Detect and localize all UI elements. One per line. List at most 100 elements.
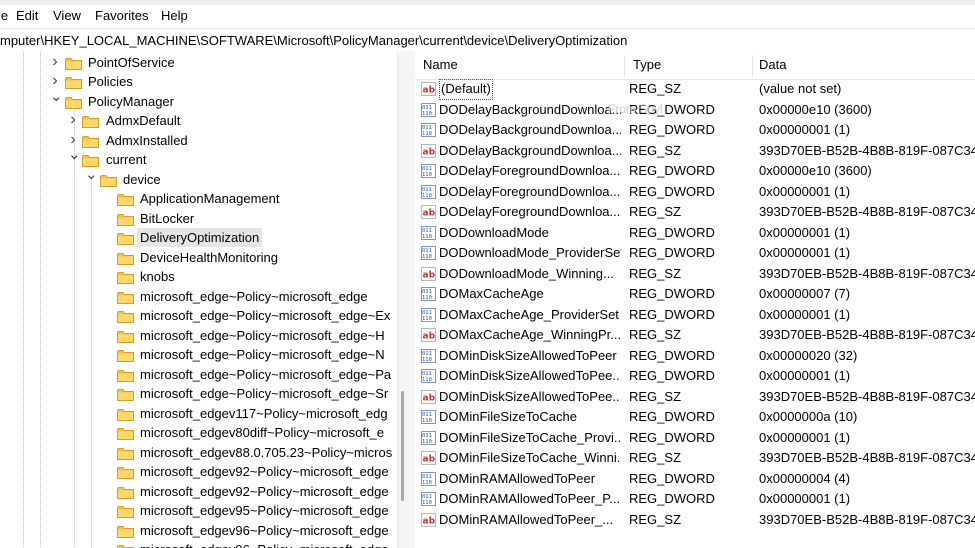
tree-node[interactable]: microsoft_edge~Policy~microsoft_edge~Ex [0, 306, 397, 325]
chevron-down-icon[interactable]: ⌄ [50, 89, 63, 111]
value-row[interactable]: ab DODelayForegroundDownloa... REG_SZ 393D7… [415, 202, 975, 223]
binary-value-icon: 011 110 [421, 410, 436, 424]
tree-node[interactable]: DeliveryOptimization [0, 228, 397, 247]
folder-icon [82, 153, 99, 167]
value-row[interactable]: 011 110 DODelayForegroundDownloa... REG_DWO… [415, 182, 975, 203]
column-header-name[interactable]: Name [415, 51, 625, 79]
address-path[interactable]: mputer\HKEY_LOCAL_MACHINE\SOFTWARE\Micro… [0, 33, 627, 48]
binary-value-icon: 011 110 [421, 225, 436, 240]
value-name: DODelayBackgroundDownloa... [439, 101, 621, 117]
value-row[interactable]: ab DOMaxCacheAge_WinningPr... REG_SZ 393D70… [415, 325, 975, 346]
address-bar[interactable]: mputer\HKEY_LOCAL_MACHINE\SOFTWARE\Micro… [0, 28, 975, 52]
tree-node[interactable]: microsoft_edge~Policy~microsoft_edge~N [0, 345, 397, 364]
menu-edit[interactable]: Edit [16, 8, 38, 23]
tree-node[interactable]: › AdmxDefault [0, 111, 397, 130]
tree-node[interactable]: microsoft_edgev88.0.705.23~Policy~micros [0, 443, 397, 462]
menu-favorites[interactable]: Favorites [95, 8, 148, 23]
tree-node[interactable]: › AdmxInstalled [0, 131, 397, 150]
value-row[interactable]: 011 110 DOMinRAMAllowedToPeer REG_DWORD 0x00… [415, 469, 975, 490]
value-type: REG_DWORD [629, 306, 715, 322]
tree-node[interactable]: microsoft_edgev80diff~Policy~microsoft_e [0, 423, 397, 442]
value-row[interactable]: 011 110 DOMinFileSizeToCache REG_DWORD 0x000… [415, 407, 975, 428]
value-name: DOMinRAMAllowedToPeer [439, 470, 596, 486]
tree-node[interactable]: microsoft_edgev96~Policy~microsoft_edge [0, 521, 397, 540]
value-data: 0x00000001 (1) [759, 245, 851, 260]
value-name: DODelayForegroundDownloa... [439, 183, 621, 199]
tree-node[interactable]: ApplicationManagement [0, 189, 397, 208]
tree-node-label: microsoft_edgev96~Policy~microsoft_edge [140, 522, 389, 538]
value-type: REG_SZ [629, 81, 682, 96]
value-row[interactable]: ab DOMinDiskSizeAllowedToPee... REG_SZ 393D… [415, 387, 975, 408]
value-data: (value not set) [759, 81, 842, 96]
menu-help[interactable]: Help [161, 8, 188, 23]
tree-node[interactable]: knobs [0, 267, 397, 286]
value-type: REG_DWORD [629, 429, 715, 445]
tree-node[interactable]: microsoft_edge~Policy~microsoft_edge~Pa [0, 365, 397, 384]
chevron-down-icon[interactable]: ⌄ [68, 147, 81, 169]
value-row[interactable]: 011 110 DODownloadMode REG_DWORD 0x00000001 … [415, 223, 975, 244]
value-row[interactable]: ab DOMinRAMAllowedToPeer_... REG_SZ 393D70E… [415, 510, 975, 531]
chevron-down-icon[interactable]: ⌄ [85, 167, 98, 189]
value-row[interactable]: ab (Default) REG_SZ (value not set) [415, 79, 975, 100]
folder-icon [100, 173, 117, 187]
folder-icon [117, 465, 134, 479]
value-name: DOMinFileSizeToCache [439, 409, 577, 424]
tree-node[interactable]: microsoft_edgev92~Policy~microsoft_edge [0, 462, 397, 481]
value-name: DODownloadMode_Winning... [439, 265, 614, 281]
value-row[interactable]: 011 110 DOMinRAMAllowedToPeer_P... REG_DWOR… [415, 489, 975, 510]
value-name: DOMaxCacheAge_WinningPr... [439, 327, 621, 342]
value-row[interactable]: 011 110 DOMaxCacheAge REG_DWORD 0x00000007 (… [415, 284, 975, 305]
chevron-right-icon[interactable]: › [68, 111, 78, 130]
value-row[interactable]: ab DODelayBackgroundDownloa... REG_SZ 393D7… [415, 141, 975, 162]
svg-text:110: 110 [422, 316, 432, 322]
svg-text:ab: ab [423, 209, 436, 219]
value-row[interactable]: 011 110 DODownloadMode_ProviderSet REG_DWOR… [415, 243, 975, 264]
tree-node[interactable]: microsoft_edgev117~Policy~microsoft_edg [0, 404, 397, 423]
tree-node[interactable]: microsoft_edgev92~Policy~microsoft_edge [0, 482, 397, 501]
svg-text:110: 110 [422, 172, 432, 178]
column-header-type[interactable]: Type [625, 51, 755, 79]
value-row[interactable]: ab DOMinFileSizeToCache_Winni... REG_SZ 393… [415, 448, 975, 469]
tree-node[interactable]: microsoft_edge~Policy~microsoft_edge~H [0, 326, 397, 345]
tree-node[interactable]: ⌄ PolicyManager [0, 89, 397, 111]
folder-icon [117, 212, 134, 226]
value-row[interactable]: 011 110 DODelayForegroundDownloa... REG_DWO… [415, 161, 975, 182]
tree-node[interactable]: DeviceHealthMonitoring [0, 248, 397, 267]
value-type: REG_DWORD [629, 491, 715, 506]
binary-value-icon: 011 110 [421, 287, 436, 301]
value-row[interactable]: 011 110 DODelayBackgroundDownloa... REG_DWO… [415, 100, 975, 121]
value-row[interactable]: 011 110 DOMinFileSizeToCache_Provi... REG_D… [415, 428, 975, 449]
tree-node-label: DeviceHealthMonitoring [140, 249, 279, 265]
tree-node[interactable]: ⌄ device [0, 167, 397, 189]
folder-icon [117, 192, 134, 206]
value-row[interactable]: 011 110 DODelayBackgroundDownloa... REG_DWO… [415, 120, 975, 141]
value-row[interactable]: 011 110 DOMaxCacheAge_ProviderSet REG_DWORD… [415, 305, 975, 326]
tree-node[interactable]: microsoft_edge~Policy~microsoft_edge [0, 287, 397, 306]
tree-node-label: microsoft_edgev92~Policy~microsoft_edge [140, 483, 389, 499]
value-name: DODelayForegroundDownloa... [439, 204, 621, 219]
tree-node-label: device [123, 171, 161, 187]
tree-node[interactable]: microsoft_edgev95~Policy~microsoft_edge [0, 501, 397, 520]
tree-node[interactable]: microsoft_edge~Policy~microsoft_edge~Sr [0, 384, 397, 403]
value-row[interactable]: 011 110 DOMinDiskSizeAllowedToPee... REG_DW… [415, 366, 975, 387]
column-header-data[interactable]: Data [751, 51, 975, 79]
tree-node[interactable]: › PointOfService [0, 53, 397, 72]
chevron-right-icon[interactable]: › [50, 53, 60, 72]
menu-view[interactable]: View [53, 8, 81, 23]
folder-icon [117, 329, 134, 343]
tree-scrollbar-thumb[interactable] [401, 391, 404, 501]
tree-node[interactable]: microsoft_edgev96~Policy~microsoft_edge [0, 540, 397, 548]
folder-icon [117, 446, 134, 460]
tree-node-label: DeliveryOptimization [137, 228, 263, 247]
value-row[interactable]: 011 110 DOMinDiskSizeAllowedToPeer REG_DWOR… [415, 346, 975, 367]
registry-key-tree[interactable]: › PointOfService › Policies ⌄ PolicyManager › A… [0, 51, 397, 548]
tree-node[interactable]: BitLocker [0, 209, 397, 228]
registry-values-list[interactable]: Name Type Data ab (Default) REG_SZ (value n… [415, 51, 975, 548]
value-name: (Default) [439, 79, 493, 100]
tree-node[interactable]: ⌄ current [0, 147, 397, 169]
value-name: DOMinDiskSizeAllowedToPeer [439, 347, 617, 363]
tree-scrollbar[interactable] [397, 51, 416, 548]
menu-file[interactable]: le [0, 8, 8, 23]
folder-icon [117, 407, 134, 421]
value-row[interactable]: ab DODownloadMode_Winning... REG_SZ 393D70E… [415, 264, 975, 285]
